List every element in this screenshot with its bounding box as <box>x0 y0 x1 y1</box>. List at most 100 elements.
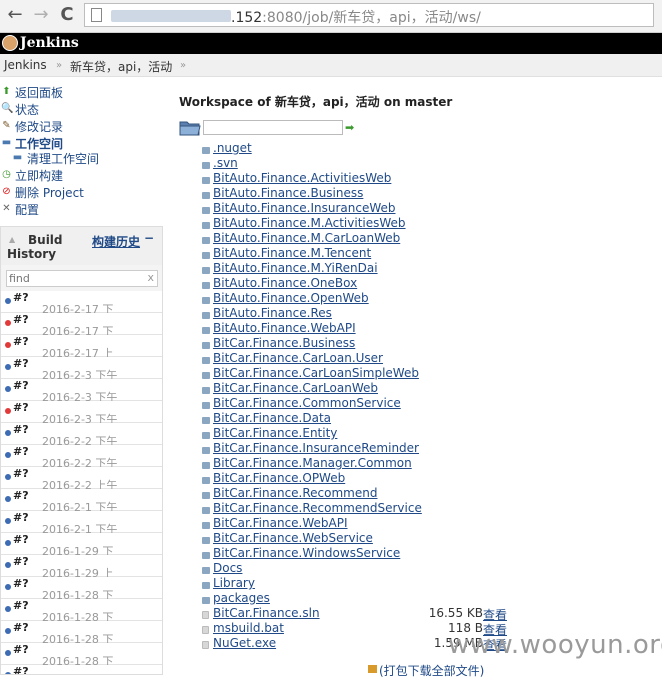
folder-link[interactable]: BitCar.Finance.CarLoan.User <box>213 351 383 365</box>
folder-link[interactable]: BitCar.Finance.WebAPI <box>213 516 348 530</box>
build-number[interactable]: #? <box>13 291 29 304</box>
build-row[interactable]: #? 2016-1-28 下 <box>1 621 162 646</box>
clear-filter-icon[interactable]: x <box>147 271 154 284</box>
build-number[interactable]: #? <box>13 357 29 370</box>
file-link[interactable]: msbuild.bat <box>213 621 284 635</box>
build-number[interactable]: #? <box>13 643 29 656</box>
sidebar-item-label[interactable]: 配置 <box>15 201 39 218</box>
breadcrumb-root[interactable]: Jenkins <box>4 58 47 72</box>
jenkins-logo-icon[interactable] <box>2 35 18 51</box>
sidebar-item-label[interactable]: 状态 <box>15 101 39 118</box>
folder-link[interactable]: Library <box>213 576 255 590</box>
build-row[interactable]: #? 2016-1-29 上 <box>1 555 162 580</box>
back-arrow-icon[interactable]: ← <box>4 4 26 26</box>
build-number[interactable]: #? <box>13 445 29 458</box>
build-number[interactable]: #? <box>13 489 29 502</box>
build-row[interactable]: #? 2016-2-2 下午 <box>1 445 162 470</box>
sidebar-item-label[interactable]: 修改记录 <box>15 118 63 135</box>
file-link[interactable]: NuGet.exe <box>213 636 276 650</box>
folder-link[interactable]: BitCar.Finance.CarLoanWeb <box>213 381 378 395</box>
address-bar[interactable]: .152:8080/job/新车贷，api，活动/ws/ <box>84 3 654 27</box>
folder-link[interactable]: BitCar.Finance.RecommendService <box>213 501 422 515</box>
sidebar-item-label[interactable]: 清理工作空间 <box>27 150 99 167</box>
folder-link[interactable]: BitAuto.Finance.OpenWeb <box>213 291 369 305</box>
folder-link[interactable]: BitAuto.Finance.M.CarLoanWeb <box>213 231 400 245</box>
build-number[interactable]: #? <box>13 511 29 524</box>
path-input[interactable] <box>203 120 343 135</box>
build-row[interactable]: #? 2016-2-17 下 <box>1 291 162 316</box>
app-title[interactable]: Jenkins <box>20 35 79 51</box>
folder-link[interactable]: BitAuto.Finance.InsuranceWeb <box>213 201 396 215</box>
build-row[interactable]: #? 2016-2-1 下午 <box>1 511 162 536</box>
build-number[interactable]: #? <box>13 599 29 612</box>
build-number[interactable]: #? <box>13 577 29 590</box>
reload-icon[interactable]: C <box>56 4 78 26</box>
success-ball-icon <box>5 562 11 568</box>
folder-link[interactable]: BitCar.Finance.InsuranceReminder <box>213 441 419 455</box>
folder-link[interactable]: packages <box>213 591 270 605</box>
build-number[interactable]: #? <box>13 401 29 414</box>
build-row[interactable]: #? 2016-2-3 下午 <box>1 357 162 382</box>
build-row[interactable]: #? 2016-1-28 下 <box>1 643 162 668</box>
go-arrow-icon[interactable]: ➡ <box>345 121 354 134</box>
folder-link[interactable]: BitAuto.Finance.Business <box>213 186 363 200</box>
folder-link[interactable]: BitAuto.Finance.M.Tencent <box>213 246 371 260</box>
file-link[interactable]: BitCar.Finance.sln <box>213 606 320 620</box>
build-number[interactable]: #? <box>13 665 29 674</box>
no-entry-icon: ⊘ <box>2 186 11 197</box>
folder-icon <box>202 267 210 274</box>
folder-link[interactable]: BitCar.Finance.Business <box>213 336 355 350</box>
folder-icon <box>202 552 210 559</box>
forward-arrow-icon[interactable]: → <box>30 4 52 26</box>
build-history-panel: ▲ Build History 构建历史 − x #?2016-2-17 下#?… <box>0 226 163 675</box>
folder-link[interactable]: BitCar.Finance.Manager.Common <box>213 456 412 470</box>
folder-link[interactable]: BitCar.Finance.CarLoanSimpleWeb <box>213 366 419 380</box>
folder-link[interactable]: .svn <box>213 156 238 170</box>
folder-link[interactable]: BitAuto.Finance.M.ActivitiesWeb <box>213 216 406 230</box>
build-number[interactable]: #? <box>13 621 29 634</box>
folder-icon <box>202 162 210 169</box>
folder-link[interactable]: BitCar.Finance.Entity <box>213 426 337 440</box>
build-filter-input[interactable] <box>7 271 139 286</box>
folder-link[interactable]: BitAuto.Finance.WebAPI <box>213 321 356 335</box>
build-row[interactable]: #? 2016-2-17 下 <box>1 313 162 338</box>
build-row[interactable]: #? 2016-2-1 下午 <box>1 489 162 514</box>
build-row[interactable]: #? 2016-1-28 下 <box>1 577 162 602</box>
folder-link[interactable]: .nuget <box>213 141 252 155</box>
folder-link[interactable]: BitCar.Finance.OPWeb <box>213 471 345 485</box>
sidebar-item-label[interactable]: 删除 Project <box>15 184 84 201</box>
folder-link[interactable]: BitAuto.Finance.ActivitiesWeb <box>213 171 391 185</box>
folder-link[interactable]: BitCar.Finance.CommonService <box>213 396 401 410</box>
build-number[interactable]: #? <box>13 555 29 568</box>
build-number[interactable]: #? <box>13 335 29 348</box>
build-row[interactable]: #? <box>1 665 162 674</box>
build-number[interactable]: #? <box>13 379 29 392</box>
build-number[interactable]: #? <box>13 467 29 480</box>
sidebar-item-label[interactable]: 立即构建 <box>15 167 63 184</box>
build-row[interactable]: #? 2016-2-2 上午 <box>1 467 162 492</box>
folder-link[interactable]: BitCar.Finance.WindowsService <box>213 546 400 560</box>
minimize-icon[interactable]: − <box>144 231 154 245</box>
folder-link[interactable]: Docs <box>213 561 242 575</box>
build-row[interactable]: #? 2016-1-29 下 <box>1 533 162 558</box>
build-row[interactable]: #? 2016-2-17 上 <box>1 335 162 360</box>
build-row[interactable]: #? 2016-2-3 下午 <box>1 401 162 426</box>
folder-link[interactable]: BitCar.Finance.Recommend <box>213 486 377 500</box>
build-row[interactable]: #? 2016-2-2 下午 <box>1 423 162 448</box>
folder-link[interactable]: BitAuto.Finance.M.YiRenDai <box>213 261 378 275</box>
folder-link[interactable]: BitAuto.Finance.Res <box>213 306 332 320</box>
collapse-triangle-icon[interactable]: ▲ <box>9 235 15 244</box>
folder-link[interactable]: BitCar.Finance.Data <box>213 411 331 425</box>
download-all-label[interactable]: (打包下载全部文件) <box>379 662 484 679</box>
build-trend-link[interactable]: 构建历史 <box>92 233 140 250</box>
build-number[interactable]: #? <box>13 313 29 326</box>
build-number[interactable]: #? <box>13 533 29 546</box>
sidebar-item-label[interactable]: 返回面板 <box>15 84 63 101</box>
build-row[interactable]: #? 2016-1-28 下 <box>1 599 162 624</box>
breadcrumb-job[interactable]: 新车贷，api，活动 <box>70 58 172 75</box>
build-row[interactable]: #? 2016-2-3 下午 <box>1 379 162 404</box>
folder-link[interactable]: BitCar.Finance.WebService <box>213 531 373 545</box>
build-number[interactable]: #? <box>13 423 29 436</box>
folder-link[interactable]: BitAuto.Finance.OneBox <box>213 276 357 290</box>
url-text: .152:8080/job/新车贷，api，活动/ws/ <box>231 7 481 27</box>
